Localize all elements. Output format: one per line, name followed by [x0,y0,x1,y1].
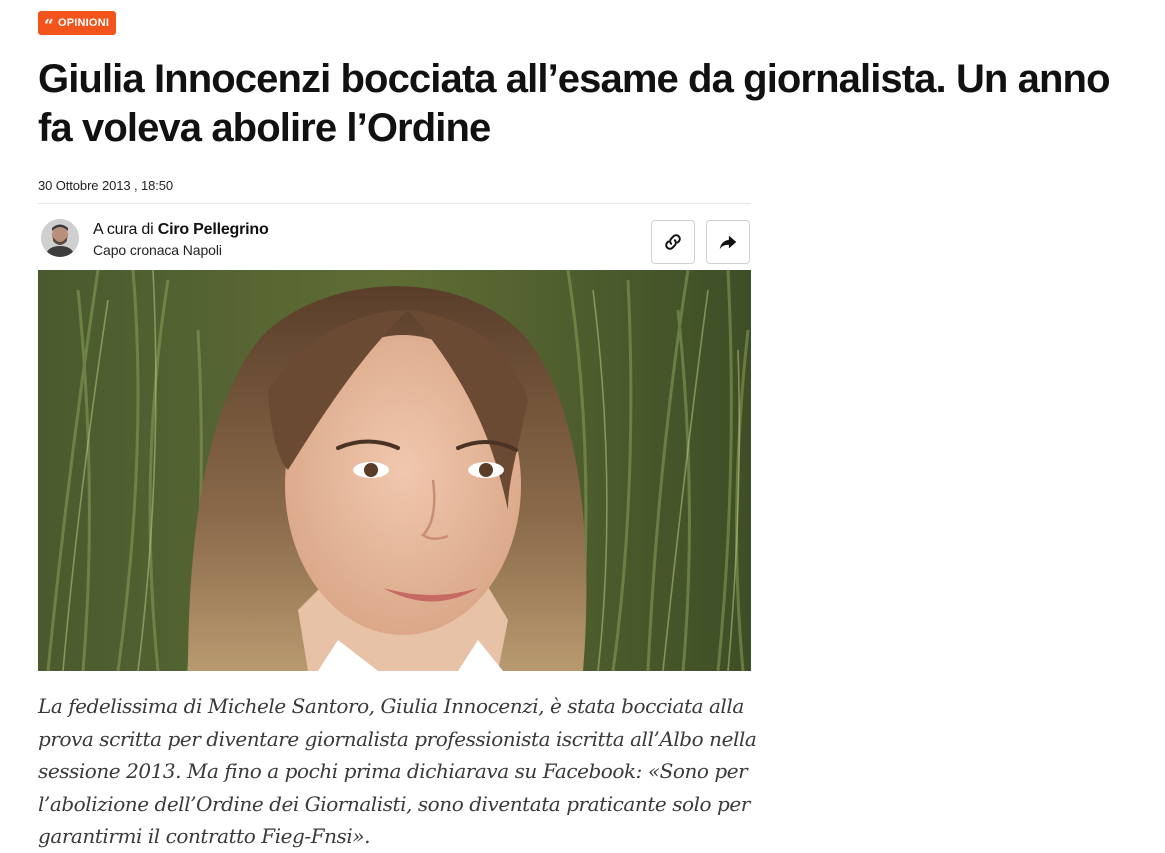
author-avatar[interactable] [41,218,79,257]
article-page: “ OPINIONI Giulia Innocenzi bocciata all… [38,11,1138,848]
link-icon [665,233,681,250]
article-lead: La fedelissima di Michele Santoro, Giuli… [38,694,757,848]
share-arrow-icon [719,235,737,249]
author-byline: A cura di Ciro Pellegrino [93,221,269,239]
article-photo [38,270,751,671]
quote-icon: “ [44,15,54,36]
author-row: A cura di Ciro Pellegrino Capo cronaca N… [38,204,751,266]
copy-link-button[interactable] [651,219,695,264]
article-headline: Giulia Innocenzi bocciata all’esame da g… [38,56,1111,150]
author-info: A cura di Ciro Pellegrino Capo cronaca N… [93,221,269,258]
category-label: OPINIONI [57,17,110,29]
author-role: Capo cronaca Napoli [93,241,222,258]
avatar-image [41,218,79,257]
author-name[interactable]: Ciro Pellegrino [158,221,269,238]
author-prefix: A cura di [93,220,154,238]
category-badge[interactable]: “ OPINIONI [38,11,117,36]
hero-image[interactable] [38,270,751,671]
share-button[interactable] [706,219,750,264]
article-timestamp: 30 Ottobre 2013 , 18:50 [38,177,174,193]
